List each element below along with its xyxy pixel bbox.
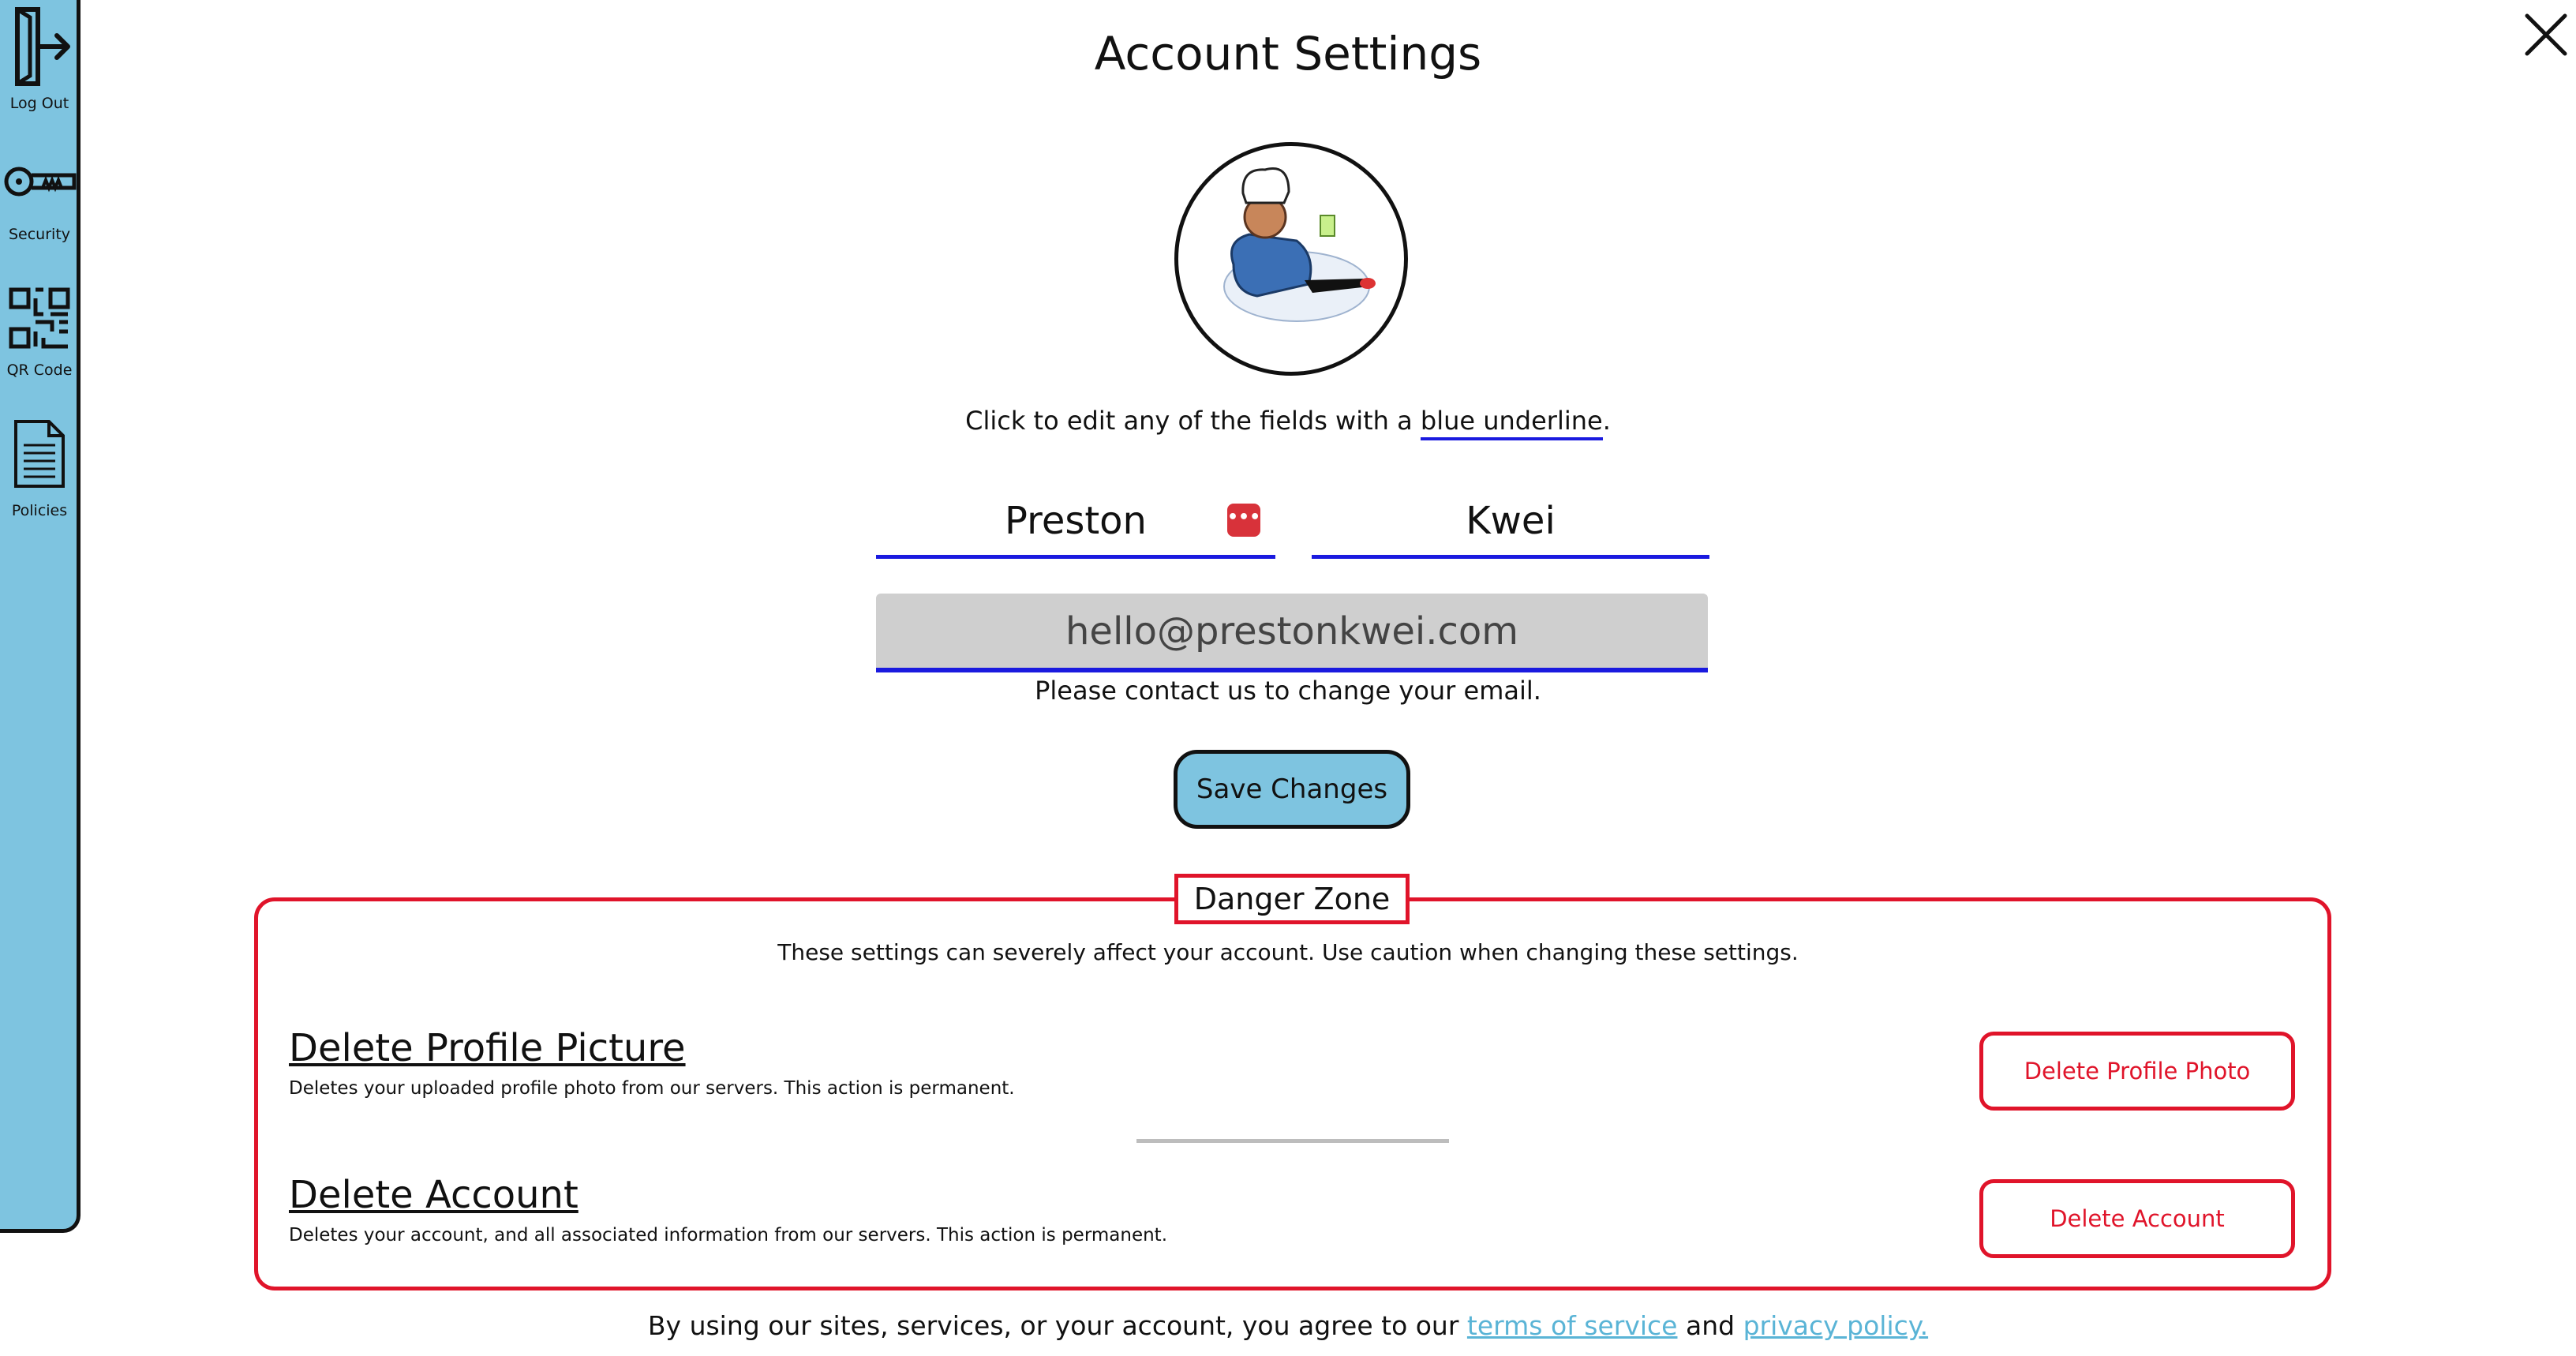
delete-account-title: Delete Account (289, 1173, 578, 1217)
danger-zone-description: These settings can severely affect your … (777, 939, 1799, 965)
key-icon (4, 167, 77, 197)
sidebar-item-security[interactable]: Security (0, 158, 79, 243)
hint-text: Click to edit any of the fields with a (965, 406, 1421, 436)
sidebar-item-label: Log Out (9, 95, 69, 112)
email-note: Please contact us to change your email. (1035, 676, 1541, 706)
edit-hint: Click to edit any of the fields with a b… (0, 406, 2576, 440)
delete-account-description: Deletes your account, and all associated… (289, 1225, 1168, 1245)
page-title: Account Settings (1094, 27, 1482, 81)
delete-account-button[interactable]: Delete Account (1979, 1179, 2295, 1258)
delete-profile-picture-description: Deletes your uploaded profile photo from… (289, 1078, 1015, 1099)
qr-code-icon (9, 287, 70, 349)
sidebar-item-label: Policies (11, 502, 68, 519)
divider (1136, 1139, 1449, 1143)
last-name-field[interactable]: Kwei (1312, 483, 1709, 559)
privacy-policy-link[interactable]: privacy policy. (1743, 1310, 1929, 1341)
footer-text-middle: and (1677, 1310, 1743, 1341)
danger-zone-label: Danger Zone (1174, 874, 1410, 924)
terms-of-service-link[interactable]: terms of service (1467, 1310, 1678, 1341)
email-field: hello@prestonkwei.com (876, 594, 1708, 672)
sidebar: Log Out Security QR Code Policies (0, 0, 80, 1233)
profile-picture (1223, 167, 1376, 322)
password-manager-icon[interactable]: ••• (1227, 504, 1260, 537)
sidebar-item-label: Security (8, 226, 71, 243)
delete-profile-picture-title: Delete Profile Picture (289, 1026, 686, 1070)
avatar[interactable] (1174, 142, 1408, 376)
footer-text: By using our sites, services, or your ac… (647, 1310, 1467, 1341)
delete-profile-photo-button[interactable]: Delete Profile Photo (1979, 1032, 2295, 1111)
footer: By using our sites, services, or your ac… (0, 1310, 2576, 1341)
hint-highlight: blue underline (1420, 406, 1603, 440)
sidebar-item-qr-code[interactable]: QR Code (0, 287, 79, 379)
sidebar-item-label: QR Code (6, 361, 73, 379)
hint-suffix: . (1602, 406, 1611, 436)
first-name-field[interactable]: Preston (876, 483, 1275, 559)
save-changes-button[interactable]: Save Changes (1174, 750, 1410, 829)
